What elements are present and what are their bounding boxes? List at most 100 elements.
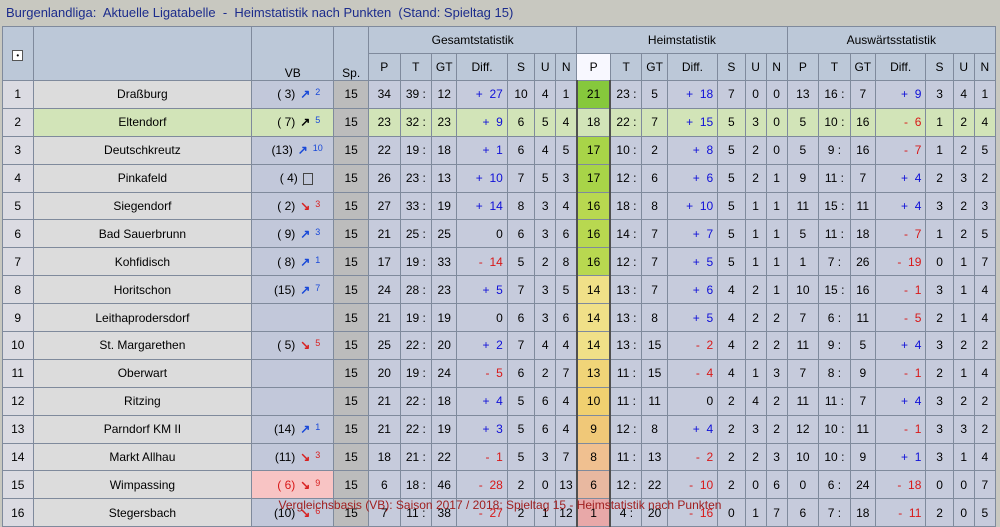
h-goal-diff: - 4 — [666, 358, 719, 388]
g-s-header[interactable]: S — [506, 53, 536, 81]
h-s-header[interactable]: S — [717, 53, 746, 81]
a-wins: 3 — [925, 331, 954, 360]
a-points: 7 — [786, 303, 820, 333]
table-row[interactable]: 15 Wimpassing( 6) ↘ 9 15 6 18 :46- 28 2 0 13 6 12 :… — [2, 470, 997, 500]
a-goal-diff: - 1 — [874, 414, 927, 444]
move-count: 5 — [315, 115, 321, 126]
h-goals-for: 22 : — [609, 107, 643, 137]
team-name: Ritzing — [32, 386, 253, 416]
goals-for: 18 — [405, 477, 420, 492]
goals-for: 13 — [616, 282, 630, 297]
g-wins: 6 — [506, 107, 536, 137]
h-goals-for: 14 : — [609, 219, 643, 249]
h-gt-header[interactable]: GT — [641, 53, 668, 81]
h-goals-against: 7 — [641, 275, 668, 305]
g-diff-header[interactable]: Diff. — [456, 53, 508, 81]
games-played: 15 — [333, 191, 370, 221]
g-losses: 6 — [555, 303, 578, 333]
a-goals-for: 10 : — [818, 414, 851, 444]
table-corner[interactable]: • — [2, 26, 34, 81]
a-goals-against: 16 — [849, 135, 876, 165]
goals-for: 10 — [616, 143, 630, 158]
h-points: 14 — [575, 303, 612, 333]
h-goal-diff: + 10 — [666, 191, 719, 221]
a-t-header[interactable]: T — [818, 53, 851, 81]
h-p-header-sorted[interactable]: P — [576, 53, 611, 81]
move-count: 2 — [315, 87, 321, 98]
g-goal-diff: + 3 — [456, 414, 508, 444]
a-losses: 4 — [973, 275, 997, 305]
diff-value: 4 — [706, 366, 714, 381]
g-p-header[interactable]: P — [368, 53, 401, 81]
g-points: 22 — [368, 135, 401, 165]
table-row[interactable]: 8 Horitschon (15) ↗ 7 15 24 28 :23 + 5 7 3 5 14 13 :7… — [2, 275, 997, 305]
diff-sign: + — [482, 394, 490, 409]
g-t-header[interactable]: T — [399, 53, 433, 81]
table-row[interactable]: 10 St. Margarethen( 5) ↘ 5 15 25 22 :20 + 27441… — [2, 331, 997, 360]
h-u-header[interactable]: U — [744, 53, 767, 81]
diff-value: 9 — [496, 115, 503, 130]
a-goal-diff: - 19 — [874, 247, 927, 277]
table-row[interactable]: 4 Pinkafeld( 4) 15 26 23 :13 + 10 7 5 3 17 12 :6 + … — [2, 163, 997, 193]
g-goals-for: 28 : — [399, 275, 433, 305]
diff-value: 2 — [706, 450, 714, 465]
a-wins: 3 — [925, 191, 954, 221]
table-row[interactable]: 6 Bad Sauerbrunn( 9) ↗ 3 15 21 25 :25 0 6 3 6 16 14… — [2, 219, 997, 249]
g-goals-against: 18 — [431, 135, 458, 165]
h-n-header[interactable]: N — [765, 53, 788, 81]
table-row[interactable]: 13 Parndorf KM II (14) ↗ 1 15 21 22 :19 + 356491… — [2, 414, 997, 444]
table-row[interactable]: 1 Draßburg( 3) ↗ 2 15 34 39 :12 + 27 10 4 1 21 23 :5… — [2, 80, 997, 109]
a-diff-header[interactable]: Diff. — [874, 53, 927, 81]
a-points: 0 — [786, 470, 820, 500]
table-row[interactable]: 7 Kohfidisch( 8) ↗ 1 15 17 19 :33- 14 5 2 8 16 12 :… — [2, 247, 997, 277]
table-row[interactable]: 11 Oberwart 15 20 19 :24- 5 6 2 7 13 11 :15- 4413… — [2, 358, 997, 388]
vb-cell: ( 3) ↗ 2 — [251, 80, 335, 109]
goals-for: 12 — [616, 422, 630, 437]
a-s-header[interactable]: S — [925, 53, 954, 81]
diff-sign: + — [692, 143, 700, 158]
g-gt-header[interactable]: GT — [431, 53, 458, 81]
diff-value: 1 — [496, 143, 503, 158]
a-goals-for: 6 : — [818, 470, 851, 500]
table-row[interactable]: 12 Ritzing 15 21 22 :18 + 4 5 6 4 10 11 :11 0 2 4 2 11… — [2, 386, 997, 416]
h-points: 18 — [575, 107, 612, 137]
h-goals-against: 6 — [641, 163, 668, 193]
a-n-header[interactable]: N — [973, 53, 997, 81]
a-goals-for: 15 : — [818, 191, 851, 221]
table-row[interactable]: 2 Eltendorf( 7) ↗ 5 15 23 32 :23 + 9 6 5 4 18 22 :7 +… — [2, 107, 997, 137]
vb-rank: (15) — [273, 282, 296, 297]
table-row[interactable]: 9 Leithaprodersdorf 15 21 19 :19 0 6 3 6 14 13 :8… — [2, 303, 997, 333]
g-goal-diff: - 28 — [456, 470, 508, 500]
diff-sign: + — [901, 199, 909, 213]
a-goal-diff: - 7 — [874, 135, 927, 165]
diff-sign: + — [692, 171, 700, 186]
g-points: 34 — [368, 80, 401, 109]
expand-icon[interactable]: • — [12, 49, 24, 61]
a-p-header[interactable]: P — [786, 53, 820, 81]
goals-for: 10 — [824, 450, 838, 465]
arrow-up-icon: ↗ — [300, 115, 311, 130]
g-n-header[interactable]: N — [555, 53, 578, 81]
table-row[interactable]: 5 Siegendorf( 2) ↘ 3 15 27 33 :19 + 14 8 3 4 16 18 :… — [2, 191, 997, 221]
g-losses: 7 — [555, 442, 578, 472]
diff-sign: - — [478, 477, 483, 492]
table-row[interactable]: 14 Markt Allhau (11) ↘ 3 15 18 21 :22- 1 5 3 7 8 11 … — [2, 442, 997, 472]
footer-note: Vergleichsbasis (VB): Saison 2017 / 2018… — [278, 498, 722, 512]
table-row[interactable]: 3 Deutschkreutz (13) ↗ 10 15 22 19 :18 + 1 6 4 5 17 1… — [2, 135, 997, 165]
g-points: 18 — [368, 442, 401, 472]
h-goals-against: 7 — [641, 247, 668, 277]
h-t-header[interactable]: T — [609, 53, 643, 81]
h-diff-header[interactable]: Diff. — [666, 53, 719, 81]
diff-sign: - — [478, 254, 483, 269]
a-losses: 2 — [973, 386, 997, 416]
goals-for: 12 — [616, 171, 630, 186]
a-u-header[interactable]: U — [952, 53, 975, 81]
diff-sign: + — [901, 450, 909, 465]
a-points: 1 — [786, 247, 820, 277]
g-u-header[interactable]: U — [534, 53, 557, 81]
heim-header: Heimstatistik — [576, 26, 788, 54]
diff-sign: + — [475, 199, 483, 213]
a-gt-header[interactable]: GT — [849, 53, 876, 81]
diff-value: 6 — [706, 171, 714, 186]
a-goal-diff: - 6 — [874, 107, 927, 137]
